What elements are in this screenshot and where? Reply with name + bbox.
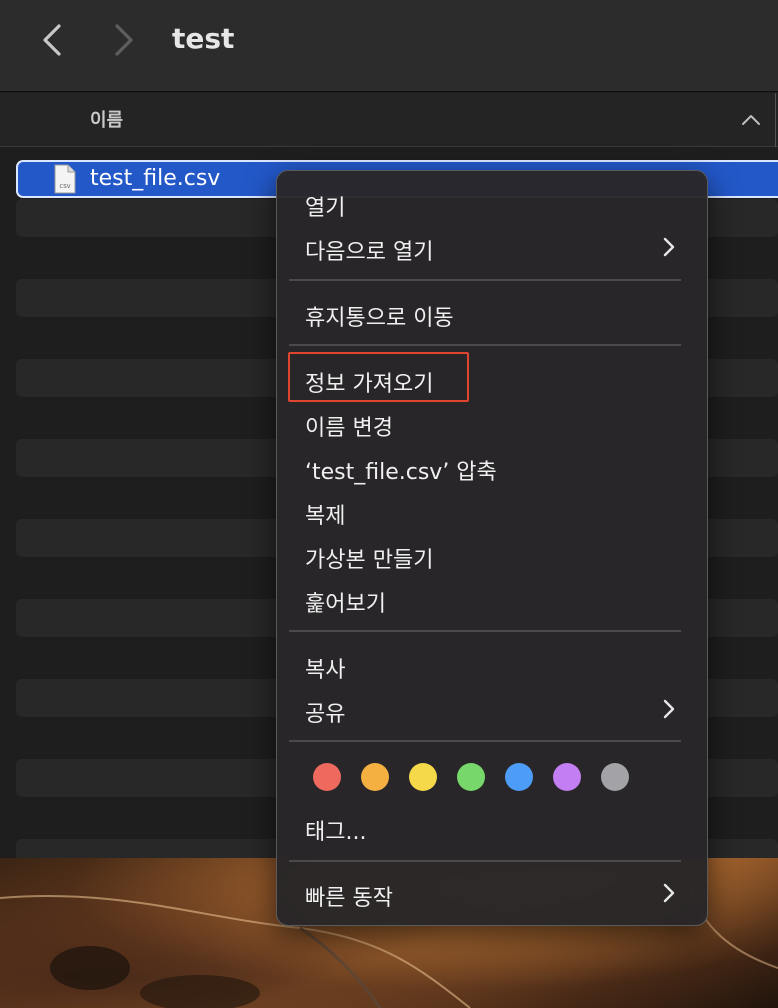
menu-separator <box>289 279 681 281</box>
tag-blue[interactable] <box>505 763 533 791</box>
forward-button[interactable] <box>102 20 146 60</box>
menu-item-share[interactable]: 공유 <box>305 696 345 728</box>
menu-item-open-with[interactable]: 다음으로 열기 <box>305 234 433 266</box>
csv-file-icon: CSV <box>54 164 76 194</box>
context-menu: 열기 다음으로 열기 휴지통으로 이동 정보 가져오기 이름 변경 ‘test_… <box>276 170 708 926</box>
chevron-right-icon <box>115 24 133 56</box>
file-icon-label: CSV <box>59 184 70 190</box>
menu-separator <box>289 740 681 742</box>
menu-item-make-alias[interactable]: 가상본 만들기 <box>305 542 433 574</box>
menu-item-tags[interactable]: 태그... <box>305 814 366 846</box>
menu-item-quick-actions[interactable]: 빠른 동작 <box>305 880 393 912</box>
chevron-right-icon <box>663 237 675 257</box>
menu-item-compress[interactable]: ‘test_file.csv’ 압축 <box>305 454 497 486</box>
tag-orange[interactable] <box>361 763 389 791</box>
column-name-header[interactable]: 이름 <box>90 106 123 132</box>
menu-item-move-to-trash[interactable]: 휴지통으로 이동 <box>305 300 454 332</box>
tag-purple[interactable] <box>553 763 581 791</box>
menu-item-get-info[interactable]: 정보 가져오기 <box>305 366 433 398</box>
menu-separator <box>289 344 681 346</box>
menu-item-copy[interactable]: 복사 <box>305 652 345 684</box>
file-name: test_file.csv <box>90 166 221 191</box>
back-button[interactable] <box>30 20 74 60</box>
menu-item-duplicate[interactable]: 복제 <box>305 498 345 530</box>
sort-ascending-icon[interactable] <box>740 109 762 129</box>
menu-item-rename[interactable]: 이름 변경 <box>305 410 393 442</box>
window-title: test <box>172 22 235 55</box>
menu-item-quick-look[interactable]: 훑어보기 <box>305 586 386 618</box>
menu-separator <box>289 860 681 862</box>
column-header: 이름 <box>0 93 778 147</box>
tag-gray[interactable] <box>601 763 629 791</box>
tag-red[interactable] <box>313 763 341 791</box>
chevron-right-icon <box>663 699 675 719</box>
menu-separator <box>289 630 681 632</box>
chevron-right-icon <box>663 883 675 903</box>
tag-yellow[interactable] <box>409 763 437 791</box>
finder-toolbar: test <box>0 0 778 92</box>
chevron-left-icon <box>43 24 61 56</box>
menu-item-open[interactable]: 열기 <box>305 190 345 222</box>
column-divider[interactable] <box>775 93 776 147</box>
tag-green[interactable] <box>457 763 485 791</box>
